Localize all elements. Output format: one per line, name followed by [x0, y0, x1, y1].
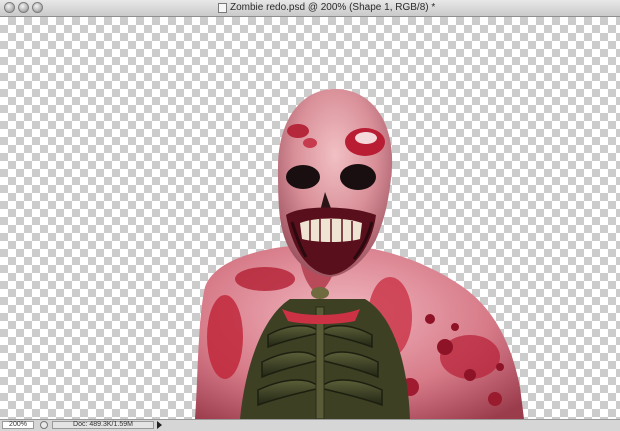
document-canvas[interactable]: [0, 17, 620, 419]
close-button[interactable]: [4, 2, 15, 13]
window-title: Zombie redo.psd @ 200% (Shape 1, RGB/8) …: [230, 2, 436, 13]
document-size-info[interactable]: Doc: 489.3K/1.59M: [52, 421, 154, 429]
zoom-icon[interactable]: [40, 421, 48, 429]
window-titlebar[interactable]: Zombie redo.psd @ 200% (Shape 1, RGB/8) …: [0, 0, 620, 17]
minimize-button[interactable]: [18, 2, 29, 13]
status-menu-arrow-icon[interactable]: [157, 421, 162, 429]
zoom-button[interactable]: [32, 2, 43, 13]
status-bar: 200% Doc: 489.3K/1.59M: [0, 419, 620, 431]
zoom-level-field[interactable]: 200%: [2, 421, 34, 429]
document-icon: [218, 3, 227, 13]
zombie-artwork: [195, 89, 524, 419]
